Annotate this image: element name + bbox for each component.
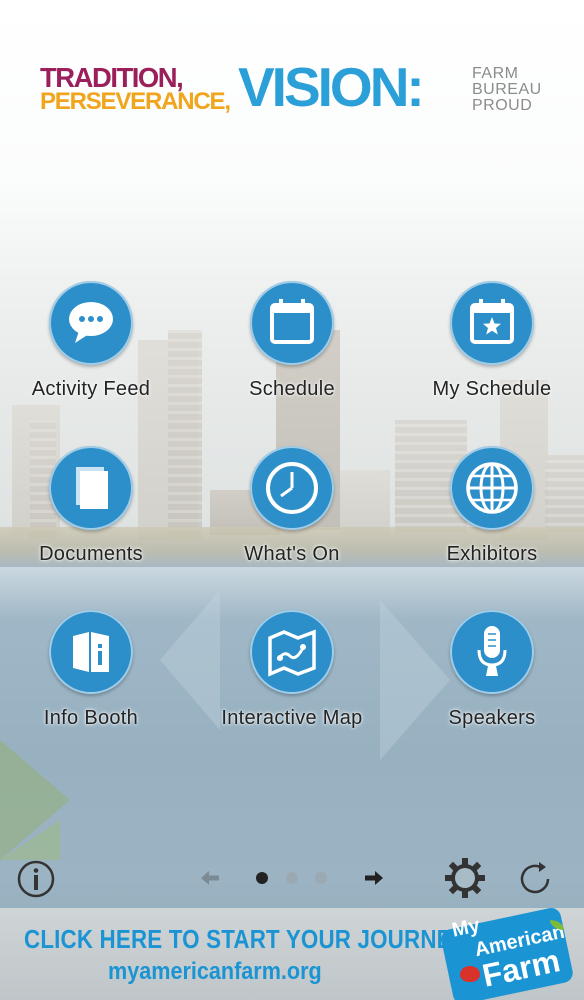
tile-label: Schedule (249, 378, 335, 400)
tile-label: Interactive Map (221, 707, 363, 729)
arrow-left-icon[interactable] (199, 869, 221, 887)
logo-side-text: FARM BUREAU PROUD (472, 66, 542, 114)
clock-icon (250, 446, 334, 530)
promo-banner[interactable]: CLICK HERE TO START YOUR JOURNEY myameri… (0, 906, 584, 1000)
tile-label: Speakers (448, 707, 536, 729)
page-dot-2[interactable] (286, 872, 298, 884)
tile-speakers[interactable]: Speakers (402, 610, 582, 730)
tile-whats-on[interactable]: What's On (202, 446, 382, 566)
logo-line-vision: VISION: (238, 56, 425, 118)
bottom-toolbar (0, 850, 584, 908)
arrow-right-icon[interactable] (363, 869, 385, 887)
tile-info-booth[interactable]: Info Booth (1, 610, 181, 730)
microphone-icon (450, 610, 534, 694)
gear-icon[interactable] (443, 856, 487, 900)
tile-label: My Schedule (432, 378, 552, 400)
tile-my-schedule[interactable]: My Schedule (402, 281, 582, 401)
tile-interactive-map[interactable]: Interactive Map (202, 610, 382, 730)
logo-side-farm: FARM (472, 65, 519, 82)
globe-icon (450, 446, 534, 530)
tile-label: Exhibitors (446, 543, 538, 565)
banner-url-link[interactable]: myamericanfarm.org (108, 958, 322, 986)
tile-label: What's On (244, 543, 340, 565)
tile-label: Info Booth (43, 707, 139, 729)
page-dot-3[interactable] (315, 872, 327, 884)
tile-label: Documents (39, 543, 143, 565)
banner-cta-text[interactable]: CLICK HERE TO START YOUR JOURNEY (24, 924, 467, 954)
map-icon (250, 610, 334, 694)
page-dot-1[interactable] (256, 872, 268, 884)
brand-line-my: My (450, 914, 482, 942)
tile-activity-feed[interactable]: Activity Feed (1, 281, 181, 401)
logo-side-bureau: BUREAU (472, 81, 542, 98)
home-screen: TRADITION, PERSEVERANCE, VISION: FARM BU… (0, 0, 584, 1000)
logo-side-proud: PROUD (472, 97, 533, 114)
ladybug-icon (460, 966, 480, 982)
info-icon[interactable] (16, 859, 56, 899)
info-booth-icon (49, 610, 133, 694)
tile-exhibitors[interactable]: Exhibitors (402, 446, 582, 566)
document-icon (49, 446, 133, 530)
event-logo: TRADITION, PERSEVERANCE, VISION: FARM BU… (40, 58, 550, 122)
tile-label: Activity Feed (31, 378, 151, 400)
logo-line-perseverance: PERSEVERANCE, (40, 88, 231, 115)
calendar-icon (250, 281, 334, 365)
tile-documents[interactable]: Documents (1, 446, 181, 566)
speech-bubble-icon (49, 281, 133, 365)
tile-schedule[interactable]: Schedule (202, 281, 382, 401)
calendar-star-icon (450, 281, 534, 365)
my-american-farm-logo[interactable]: My American Farm (439, 906, 575, 1000)
refresh-icon[interactable] (515, 859, 555, 899)
